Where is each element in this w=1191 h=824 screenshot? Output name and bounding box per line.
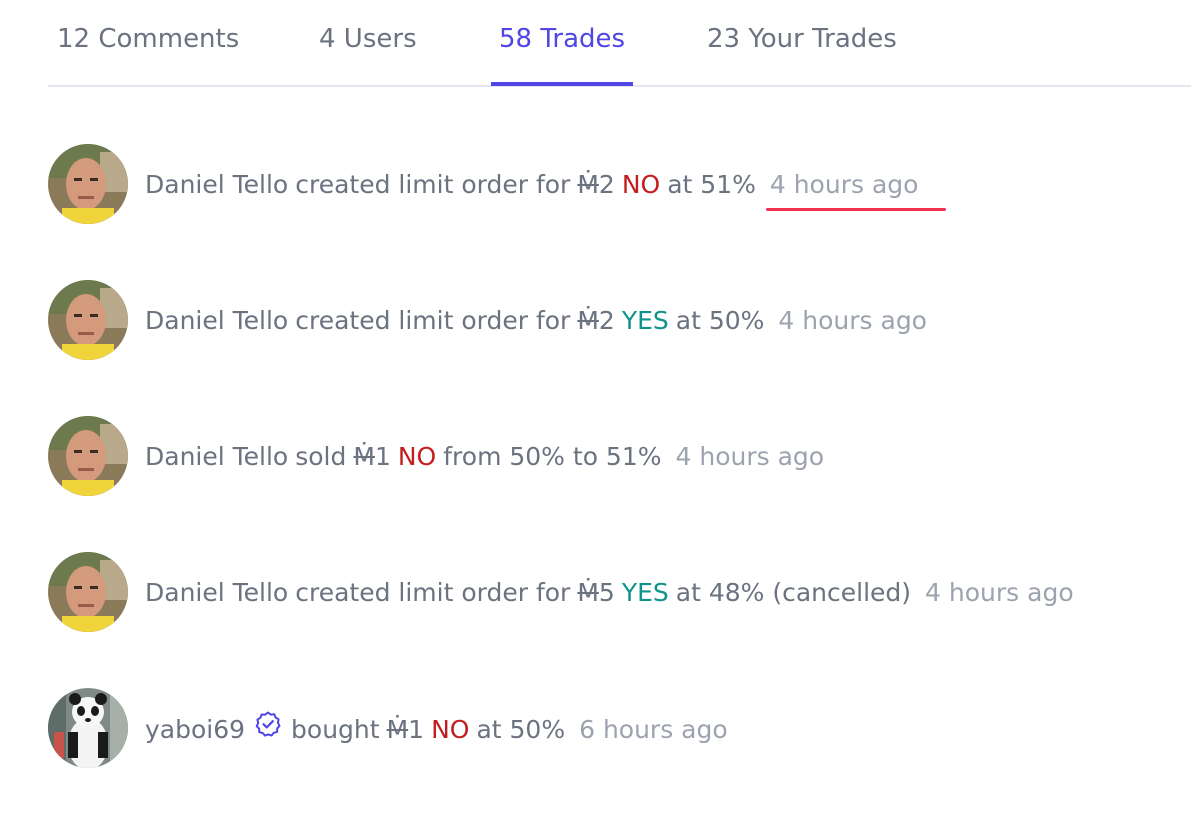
avatar[interactable] — [48, 144, 128, 224]
trade-action: created limit order for — [295, 306, 571, 335]
user-name[interactable]: Daniel Tello — [145, 306, 288, 335]
mana-symbol: Ṁ — [577, 170, 599, 199]
avatar[interactable] — [48, 416, 128, 496]
tab-label: 23 Your Trades — [707, 24, 897, 54]
trade-row: Daniel Tello created limit order for Ṁ2 NO a… — [48, 144, 1188, 280]
mana-symbol: Ṁ — [577, 306, 599, 335]
trade-description: Daniel Tello created limit order for Ṁ5 YES… — [145, 574, 1074, 614]
trade-time[interactable]: 4 hours ago — [925, 578, 1074, 607]
trade-row: Daniel Tello created limit order for Ṁ5 YES… — [48, 552, 1188, 688]
mana-symbol: Ṁ — [353, 442, 375, 471]
tab-bar: 12 Comments 4 Users 58 Trades 23 Your Tr… — [48, 0, 1191, 87]
trade-detail: from 50% to 51% — [443, 442, 662, 471]
tab-label: 12 Comments — [57, 24, 240, 54]
tab-trades[interactable]: 58 Trades — [490, 0, 634, 86]
mana-symbol: Ṁ — [577, 578, 599, 607]
user-name[interactable]: Daniel Tello — [145, 578, 288, 607]
outcome-label: YES — [621, 306, 669, 335]
mana-symbol: Ṁ — [386, 715, 409, 744]
avatar[interactable] — [48, 688, 128, 768]
trade-description: Daniel Tello created limit order for Ṁ2 NO a… — [145, 166, 918, 206]
trade-action: sold — [295, 442, 347, 471]
trade-amount: 5 — [598, 578, 615, 607]
outcome-label: NO — [431, 715, 470, 744]
trade-detail: at 50% — [476, 715, 566, 744]
trade-time[interactable]: 4 hours ago — [770, 170, 919, 199]
trade-action: created limit order for — [295, 170, 571, 199]
trade-amount: 1 — [408, 715, 425, 744]
trade-detail: at 51% — [667, 170, 756, 199]
trade-description: Daniel Tello sold Ṁ1 NO from 50% to 51% 4 hou… — [145, 438, 824, 478]
trade-time[interactable]: 6 hours ago — [579, 715, 728, 744]
user-name[interactable]: Daniel Tello — [145, 170, 288, 199]
tab-users[interactable]: 4 Users — [319, 0, 417, 86]
user-name[interactable]: yaboi69 — [145, 715, 245, 744]
trade-description: yaboi69 bought Ṁ1 NO at 50% 6 hours ago — [145, 710, 728, 750]
trade-action: created limit order for — [295, 578, 571, 607]
trade-detail: at 48% (cancelled) — [675, 578, 912, 607]
trades-feed: Daniel Tello created limit order for Ṁ2 NO a… — [48, 144, 1188, 824]
user-name[interactable]: Daniel Tello — [145, 442, 288, 471]
avatar[interactable] — [48, 280, 128, 360]
outcome-label: NO — [621, 170, 661, 199]
tab-comments[interactable]: 12 Comments — [57, 0, 239, 86]
verified-badge-icon — [254, 710, 282, 738]
trade-action: bought — [291, 715, 380, 744]
tab-your-trades[interactable]: 23 Your Trades — [707, 0, 897, 86]
avatar[interactable] — [48, 552, 128, 632]
trade-time[interactable]: 4 hours ago — [676, 442, 825, 471]
trade-description: Daniel Tello created limit order for Ṁ2 YES… — [145, 302, 927, 342]
trade-amount: 1 — [374, 442, 391, 471]
outcome-label: NO — [397, 442, 437, 471]
tab-label: 4 Users — [319, 24, 417, 54]
trade-amount: 2 — [598, 306, 615, 335]
outcome-label: YES — [621, 578, 669, 607]
trade-row: Daniel Tello sold Ṁ1 NO from 50% to 51% 4 hou… — [48, 416, 1188, 552]
trade-detail: at 50% — [675, 306, 765, 335]
trade-row: Daniel Tello created limit order for Ṁ2 YES… — [48, 280, 1188, 416]
trade-time[interactable]: 4 hours ago — [778, 306, 927, 335]
trade-row: yaboi69 bought Ṁ1 NO at 50% 6 hours ago — [48, 688, 1188, 824]
trade-amount: 2 — [598, 170, 615, 199]
tab-label: 58 Trades — [499, 24, 626, 54]
